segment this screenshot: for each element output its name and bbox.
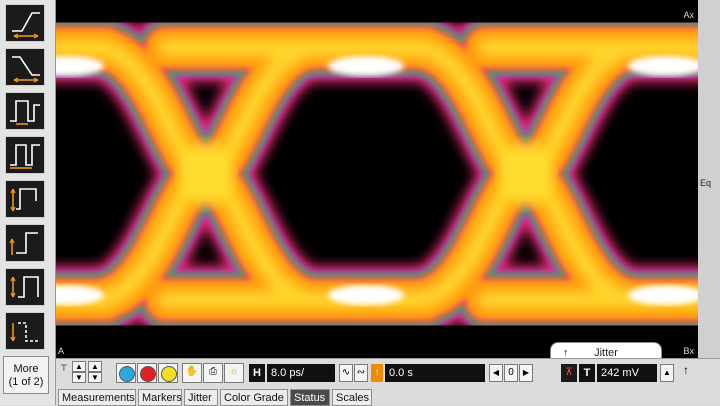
rise-time-icon[interactable] bbox=[5, 224, 45, 262]
tab-markers[interactable]: Markers bbox=[138, 389, 182, 406]
bottom-tab-row: Measurements Markers Jitter Color Grade … bbox=[56, 389, 720, 406]
eye-crossing bbox=[500, 142, 552, 206]
pulse-width-icon[interactable] bbox=[5, 136, 45, 174]
eye-crossing bbox=[180, 142, 232, 206]
wave-alt-icon[interactable]: ∾ bbox=[354, 364, 368, 382]
more-label: More bbox=[13, 363, 39, 375]
channel-red-button[interactable] bbox=[137, 363, 157, 383]
trigger-level-field[interactable]: 242 mV bbox=[597, 364, 657, 382]
marker-ax-label: Ax bbox=[683, 10, 694, 20]
trigger-indicator-icon: ⊤ bbox=[60, 363, 68, 373]
falling-edge-icon[interactable] bbox=[5, 48, 45, 86]
scroll-down-button[interactable]: ▼ bbox=[72, 372, 86, 383]
eq-marker-label[interactable]: Eq bbox=[700, 178, 711, 188]
measurement-toolbar: More (1 of 2) bbox=[0, 0, 56, 405]
period-icon[interactable] bbox=[5, 180, 45, 218]
amplitude-icon[interactable] bbox=[5, 268, 45, 306]
trigger-t-label: T bbox=[579, 364, 595, 382]
rising-edge-icon[interactable] bbox=[5, 4, 45, 42]
marker-bx-label: Bx bbox=[683, 346, 694, 356]
print-icon[interactable]: ⎙ bbox=[203, 363, 223, 383]
vertical-down-button[interactable]: ▼ bbox=[88, 372, 102, 383]
marker-a-label: A bbox=[58, 346, 65, 356]
channel-blue-button[interactable] bbox=[116, 363, 136, 383]
control-bar: ⊤ ▲ ▼ ▲ ▼ ✋ ⎙ ☼ H 8.0 ps/ ∿ ∾ ↑ 0.0 s ◀ … bbox=[56, 358, 720, 406]
brightness-icon[interactable]: ☼ bbox=[224, 363, 244, 383]
pulse-positive-icon[interactable] bbox=[5, 92, 45, 130]
trigger-source-icon[interactable]: ⊼ bbox=[561, 364, 577, 382]
more-page-label: (1 of 2) bbox=[8, 376, 44, 388]
right-marker-strip: Eq bbox=[698, 0, 720, 358]
tab-color-grade[interactable]: Color Grade bbox=[220, 389, 288, 406]
fall-time-icon[interactable] bbox=[5, 312, 45, 350]
tab-status[interactable]: Status bbox=[290, 389, 330, 406]
wave-icon[interactable]: ∿ bbox=[339, 364, 353, 382]
channel-yellow-button[interactable] bbox=[158, 363, 178, 383]
position-stepper-value[interactable]: 0 bbox=[504, 364, 518, 382]
more-tools-button[interactable]: More (1 of 2) bbox=[3, 356, 49, 394]
autoscale-icon[interactable]: ✋ bbox=[182, 363, 202, 383]
time-position-field[interactable]: 0.0 s bbox=[385, 364, 485, 382]
trigger-slope-icon[interactable]: ↑ bbox=[678, 363, 694, 383]
tab-jitter[interactable]: Jitter bbox=[184, 389, 218, 406]
trigger-up-button[interactable]: ▲ bbox=[660, 364, 674, 382]
eye-hotspot bbox=[328, 285, 404, 305]
horizontal-h-label: H bbox=[249, 364, 265, 382]
time-scale-field[interactable]: 8.0 ps/ bbox=[267, 364, 335, 382]
trigger-marker-icon[interactable]: ↑ bbox=[371, 364, 383, 382]
scroll-up-button[interactable]: ▲ bbox=[72, 361, 86, 372]
tab-scales[interactable]: Scales bbox=[332, 389, 372, 406]
vertical-up-button[interactable]: ▲ bbox=[88, 361, 102, 372]
tab-measurements[interactable]: Measurements bbox=[58, 389, 136, 406]
position-left-button[interactable]: ◀ bbox=[489, 364, 503, 382]
eye-hotspot bbox=[328, 56, 404, 76]
position-right-button[interactable]: ▶ bbox=[519, 364, 533, 382]
eye-diagram bbox=[56, 13, 698, 335]
eye-diagram-display[interactable]: Ax Bx A bbox=[56, 0, 698, 358]
